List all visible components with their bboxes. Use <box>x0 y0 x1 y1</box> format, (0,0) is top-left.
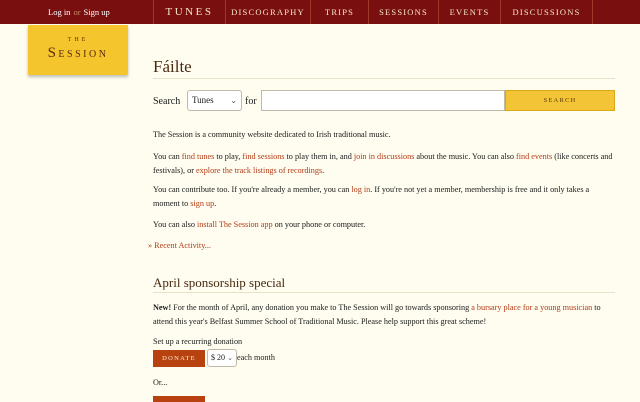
auth-links: Log in or Sign up <box>48 0 110 24</box>
recurring-label: Set up a recurring donation <box>153 337 243 346</box>
nav-item-trips[interactable]: Trips <box>311 0 369 24</box>
find-sessions-link[interactable]: find sessions <box>242 152 284 161</box>
p4-text-1: You can also <box>153 220 197 229</box>
donate-button[interactable]: DONATE <box>153 350 205 367</box>
p2-text-3: to play them in, and <box>284 152 354 161</box>
logo-rest: ESSION <box>58 49 109 60</box>
chevron-down-icon: ⌄ <box>227 354 233 362</box>
bursary-link[interactable]: a bursary place for a young musician <box>471 303 592 312</box>
p4-text-2: on your phone or computer. <box>272 220 366 229</box>
nav-item-discussions[interactable]: Discussions <box>501 0 593 24</box>
p3-text-1: You can contribute too. If you're alread… <box>153 185 352 194</box>
explore-recordings-link[interactable]: explore the track listings of recordings <box>196 166 322 175</box>
search-type-select[interactable]: Tunes ⌄ <box>187 90 242 111</box>
p2-text-1: You can <box>153 152 182 161</box>
find-events-link[interactable]: find events <box>516 152 552 161</box>
find-tunes-link[interactable]: find tunes <box>182 152 215 161</box>
search-bar: Search Tunes ⌄ for SEARCH <box>153 90 615 112</box>
chevron-down-icon: ⌄ <box>230 96 237 105</box>
p2-text-4: about the music. You can also <box>414 152 517 161</box>
features-paragraph: You can find tunes to play, find session… <box>153 150 618 178</box>
or-label: Or... <box>153 378 168 387</box>
app-paragraph: You can also install The Session app on … <box>153 218 618 232</box>
each-month-label: each month <box>237 353 275 362</box>
p2-text-6: . <box>322 166 325 175</box>
nav-item-sessions[interactable]: Sessions <box>369 0 439 24</box>
signup-link[interactable]: Sign up <box>84 7 110 17</box>
search-input[interactable] <box>261 90 505 111</box>
donation-amount-select[interactable]: $ 20 ⌄ <box>207 349 237 367</box>
page-title: Fáilte <box>153 57 192 76</box>
site-logo[interactable]: THE SESSION <box>28 25 128 75</box>
join-discussions-link[interactable]: join in discussions <box>354 152 415 161</box>
login-link[interactable]: Log in <box>48 7 70 17</box>
signup-inline-link[interactable]: sign up <box>190 199 214 208</box>
intro-text: The Session is a community website dedic… <box>153 130 391 139</box>
one-time-donate-button[interactable] <box>153 396 205 402</box>
or-text: or <box>73 7 81 17</box>
search-label: Search <box>153 96 181 107</box>
sponsorship-heading: April sponsorship special <box>153 275 286 290</box>
new-label: New! <box>153 303 172 312</box>
logo-name: SESSION <box>28 45 128 62</box>
p2-text-2: to play, <box>214 152 243 161</box>
install-app-link[interactable]: install The Session app <box>197 220 273 229</box>
top-bar: Log in or Sign up Tunes Discography Trips … <box>0 0 640 24</box>
amount-value: $ 20 <box>211 353 225 362</box>
sponsorship-divider <box>153 292 615 293</box>
sponsorship-paragraph: New! For the month of April, any donatio… <box>153 301 618 329</box>
nav-item-discography[interactable]: Discography <box>226 0 311 24</box>
nav-item-tunes[interactable]: Tunes <box>154 0 226 24</box>
search-type-value: Tunes <box>192 95 214 105</box>
nav-item-events[interactable]: Events <box>439 0 501 24</box>
login-inline-link[interactable]: log in <box>351 185 370 194</box>
p3-text-3: . <box>214 199 217 208</box>
contribute-paragraph: You can contribute too. If you're alread… <box>153 183 618 211</box>
recent-activity-link[interactable]: » Recent Activity... <box>148 239 613 253</box>
sponsor-text-1: For the month of April, any donation you… <box>171 303 472 312</box>
title-divider <box>153 78 615 79</box>
search-button[interactable]: SEARCH <box>505 90 615 111</box>
main-nav: Tunes Discography Trips Sessions Events … <box>153 0 593 24</box>
search-for-label: for <box>245 96 257 107</box>
logo-cap: S <box>47 45 59 61</box>
logo-the: THE <box>67 37 89 43</box>
